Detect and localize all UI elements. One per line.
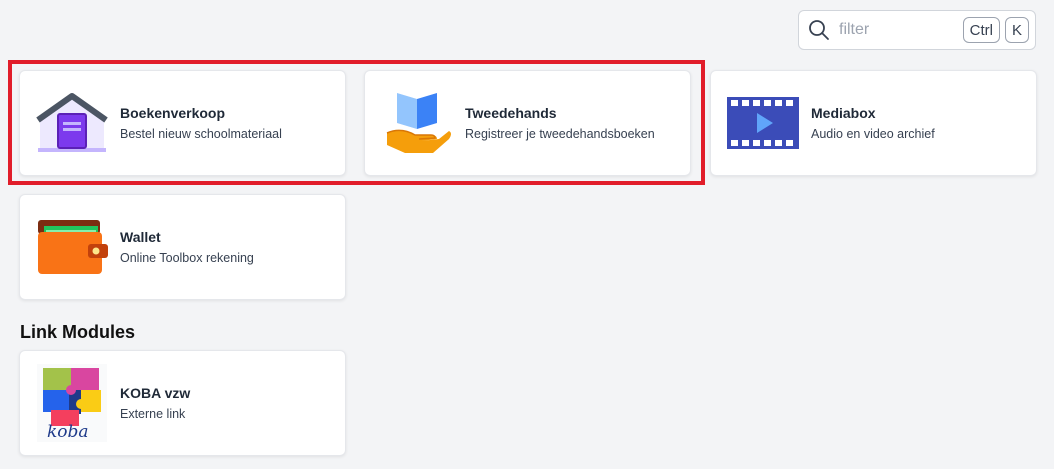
link-title: KOBA vzw (120, 385, 191, 401)
wallet-icon (36, 207, 108, 287)
koba-logo: koba (36, 363, 108, 443)
k-key-hint: K (1004, 17, 1029, 43)
hand-book-icon (381, 83, 453, 163)
module-card-mediabox[interactable]: Mediabox Audio en video archief (710, 70, 1037, 176)
module-title: Wallet (120, 229, 161, 245)
svg-text:koba: koba (47, 422, 89, 442)
module-subtitle: Registreer je tweedehandsboeken (465, 127, 655, 141)
school-house-book-icon (36, 83, 108, 163)
link-subtitle: Externe link (120, 407, 186, 421)
module-title: Boekenverkoop (120, 105, 226, 121)
module-card-wallet[interactable]: Wallet Online Toolbox rekening (19, 194, 346, 300)
module-subtitle: Online Toolbox rekening (120, 251, 254, 265)
search-icon (808, 19, 830, 41)
module-title: Tweedehands (465, 105, 557, 121)
filter-search-box[interactable]: Ctrl K (798, 10, 1036, 50)
module-subtitle: Audio en video archief (811, 127, 935, 141)
module-card-boekenverkoop[interactable]: Boekenverkoop Bestel nieuw schoolmateria… (19, 70, 346, 176)
film-play-icon (727, 83, 799, 163)
module-title: Mediabox (811, 105, 876, 121)
module-card-tweedehands[interactable]: Tweedehands Registreer je tweedehandsboe… (364, 70, 691, 176)
ctrl-key-hint: Ctrl (962, 17, 1000, 43)
section-title-link-modules: Link Modules (20, 322, 136, 342)
module-subtitle: Bestel nieuw schoolmateriaal (120, 127, 282, 141)
link-card-koba[interactable]: koba KOBA vzw Externe link (19, 350, 346, 456)
filter-input[interactable] (839, 21, 958, 39)
